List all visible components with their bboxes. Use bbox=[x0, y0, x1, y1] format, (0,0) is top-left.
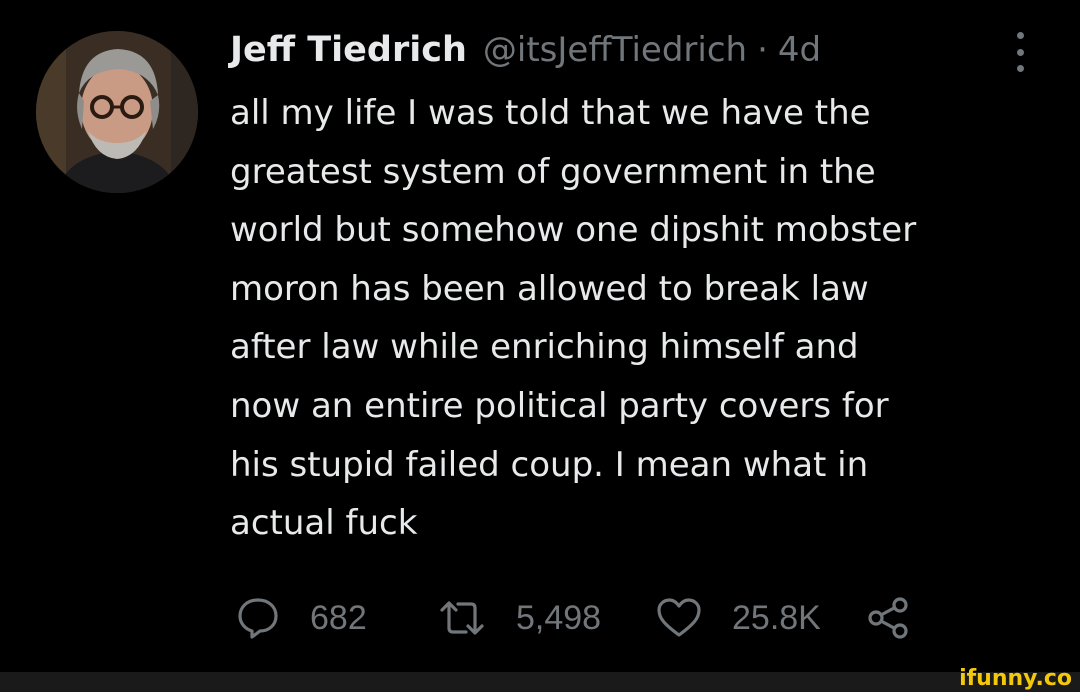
tweet-text-line: all my life I was told that we have the bbox=[230, 93, 871, 133]
reply-button[interactable]: 682 bbox=[236, 590, 367, 646]
tweet-text-line: moron has been allowed to break law bbox=[230, 268, 869, 309]
header-separator: · bbox=[757, 30, 768, 70]
tweet-text-line: his stupid failed coup. I mean what in bbox=[230, 444, 869, 485]
avatar[interactable] bbox=[36, 31, 198, 193]
share-button[interactable] bbox=[866, 590, 910, 646]
tweet-text-line: after law while enriching himself and bbox=[230, 327, 859, 368]
reply-icon bbox=[238, 598, 278, 639]
more-dot bbox=[1016, 32, 1024, 39]
watermark-logo: ifunny.co bbox=[959, 666, 1072, 691]
share-icon bbox=[868, 597, 908, 639]
more-dot bbox=[1016, 65, 1024, 72]
retweet-icon bbox=[440, 601, 484, 635]
more-dot bbox=[1016, 48, 1024, 56]
like-count: 25.8K bbox=[732, 598, 821, 637]
retweet-count: 5,498 bbox=[516, 598, 602, 637]
tweet-text-line: now an entire political party covers for bbox=[230, 385, 889, 426]
footer-bar bbox=[0, 672, 1080, 692]
tweet-actions: 682 5,498 25.8K bbox=[236, 590, 916, 646]
tweet-text-line: actual fuck bbox=[230, 503, 418, 544]
tweet-text: all my life I was told that we have the … bbox=[230, 84, 1050, 553]
tweet-header: Jeff Tiedrich @itsJeffTiedrich · 4d bbox=[230, 22, 821, 78]
more-vertical-icon[interactable] bbox=[1009, 32, 1031, 72]
reply-count: 682 bbox=[310, 598, 367, 637]
author-handle[interactable]: @itsJeffTiedrich bbox=[483, 22, 747, 78]
tweet-text-line: world but somehow one dipshit mobster bbox=[230, 210, 917, 251]
author-name[interactable]: Jeff Tiedrich bbox=[230, 22, 467, 78]
like-button[interactable]: 25.8K bbox=[656, 590, 821, 646]
tweet-timestamp[interactable]: 4d bbox=[778, 22, 821, 78]
retweet-button[interactable]: 5,498 bbox=[438, 590, 601, 646]
tweet-text-line: greatest system of government in the bbox=[230, 151, 876, 192]
heart-icon bbox=[657, 598, 701, 637]
